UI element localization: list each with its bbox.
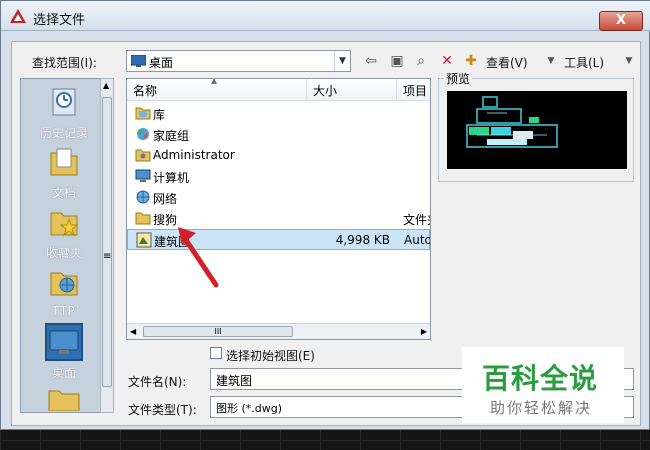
file-name: 网络 xyxy=(153,192,178,206)
search-web-icon[interactable]: ⌕ xyxy=(412,52,430,70)
sort-ascending-icon: ▲ xyxy=(211,78,218,85)
autocad-logo-icon xyxy=(10,9,26,23)
red-arrow-annotation-icon xyxy=(178,227,219,288)
lookin-dropdown[interactable]: 桌面 ▼ xyxy=(126,50,351,72)
watermark: 百科全说 助你轻松解决 xyxy=(462,347,624,423)
dwg-file-icon xyxy=(136,232,152,248)
list-item[interactable]: 家庭组 xyxy=(127,124,430,145)
computer-icon xyxy=(135,169,151,182)
lookin-label: 查找范围(I): xyxy=(32,56,97,70)
scrollbar-thumb[interactable] xyxy=(102,97,112,387)
column-header-type[interactable]: 项目 xyxy=(397,79,430,101)
view-dropdown-chevron-icon[interactable]: ▼ xyxy=(542,52,560,70)
file-list: 名称 ▲ 大小 项目 库 家庭组 Administrator 计算机 网络 搜狗… xyxy=(126,78,431,340)
place-label: 历史记录 xyxy=(39,126,88,140)
scroll-up-icon[interactable]: ▲ xyxy=(103,81,109,90)
file-name: 搜狗 xyxy=(153,213,178,227)
place-ftp[interactable]: FTP xyxy=(21,265,107,318)
list-item-selected[interactable]: 建筑图 4,998 KB Auto xyxy=(127,229,430,250)
list-item[interactable]: 计算机 xyxy=(127,166,430,187)
library-icon xyxy=(135,107,151,120)
back-arrow-icon[interactable]: ⇦ xyxy=(362,52,380,70)
column-name-label: 名称 xyxy=(133,84,158,98)
ftp-icon xyxy=(50,272,78,296)
title-bar: 选择文件 X xyxy=(1,1,650,31)
file-type: Auto xyxy=(404,233,431,247)
list-item[interactable]: 库 xyxy=(127,103,430,124)
desktop-icon xyxy=(45,323,83,361)
list-item[interactable]: Administrator xyxy=(127,145,430,166)
filetype-label: 文件类型(T): xyxy=(128,403,197,417)
file-size: 4,998 KB xyxy=(335,233,390,247)
preview-panel xyxy=(438,78,634,182)
scroll-right-icon[interactable]: ▶ xyxy=(421,327,427,336)
user-folder-icon xyxy=(135,149,151,162)
column-type-label: 项目 xyxy=(403,84,428,98)
place-documents[interactable]: 文档 xyxy=(21,145,107,201)
place-label: 桌面 xyxy=(51,366,76,380)
view-menu[interactable]: 查看(V) xyxy=(486,54,528,71)
folder-icon xyxy=(48,390,80,411)
list-item[interactable]: 网络 xyxy=(127,187,430,208)
initial-view-checkbox[interactable] xyxy=(210,347,222,359)
dialog-title: 选择文件 xyxy=(33,13,86,28)
new-folder-icon[interactable]: ✚ xyxy=(462,52,480,70)
place-label: 文档 xyxy=(51,186,76,200)
places-scrollbar[interactable]: ▲ ≡ xyxy=(100,78,114,413)
desktop-icon xyxy=(131,55,146,67)
place-history[interactable]: 历史记录 xyxy=(21,85,107,141)
close-button[interactable]: X xyxy=(599,11,643,31)
filename-label: 文件名(N): xyxy=(128,375,187,389)
watermark-subtitle: 助你轻松解决 xyxy=(490,399,593,417)
column-header-size[interactable]: 大小 xyxy=(307,79,397,101)
place-label: FTP xyxy=(53,304,75,318)
up-folder-icon[interactable]: ▣ xyxy=(388,52,406,70)
file-name: 库 xyxy=(153,108,166,122)
delete-icon[interactable]: ✕ xyxy=(438,52,456,70)
place-desktop[interactable]: 桌面 xyxy=(21,323,107,381)
file-name: 家庭组 xyxy=(153,129,190,143)
scroll-grip-icon: ≡ xyxy=(103,251,112,262)
column-header-name[interactable]: 名称 ▲ xyxy=(127,79,307,101)
watermark-title: 百科全说 xyxy=(482,362,599,395)
scroll-left-icon[interactable]: ◀ xyxy=(130,327,136,336)
drawing-preview-image xyxy=(466,96,558,148)
homegroup-icon xyxy=(137,128,149,140)
place-favorites[interactable]: 收藏夹 xyxy=(21,205,107,261)
file-name: Administrator xyxy=(153,148,235,162)
horizontal-scrollbar[interactable]: ◀ III ▶ xyxy=(127,323,430,339)
column-size-label: 大小 xyxy=(313,84,338,98)
file-type: 文件夹 xyxy=(403,213,430,227)
scrollbar-thumb[interactable]: III xyxy=(143,326,293,337)
tools-dropdown-chevron-icon[interactable]: ▼ xyxy=(620,52,638,70)
preview-thumbnail xyxy=(447,91,627,169)
lookin-value: 桌面 xyxy=(149,56,174,70)
history-icon xyxy=(52,88,76,116)
places-bar: 历史记录 文档 收藏夹 FTP 桌面 xyxy=(20,78,108,413)
initial-view-label[interactable]: 选择初始视图(E) xyxy=(226,347,315,364)
place-label: 收藏夹 xyxy=(45,246,82,260)
documents-icon xyxy=(50,148,78,176)
tools-menu[interactable]: 工具(L) xyxy=(564,54,604,71)
favorites-icon xyxy=(50,212,79,237)
chevron-down-icon: ▼ xyxy=(334,51,350,71)
list-item[interactable]: 搜狗 文件夹 xyxy=(127,208,430,229)
preview-label: 预览 xyxy=(444,70,473,87)
file-name: 计算机 xyxy=(153,171,190,185)
network-icon xyxy=(136,190,150,204)
folder-icon xyxy=(135,212,151,225)
